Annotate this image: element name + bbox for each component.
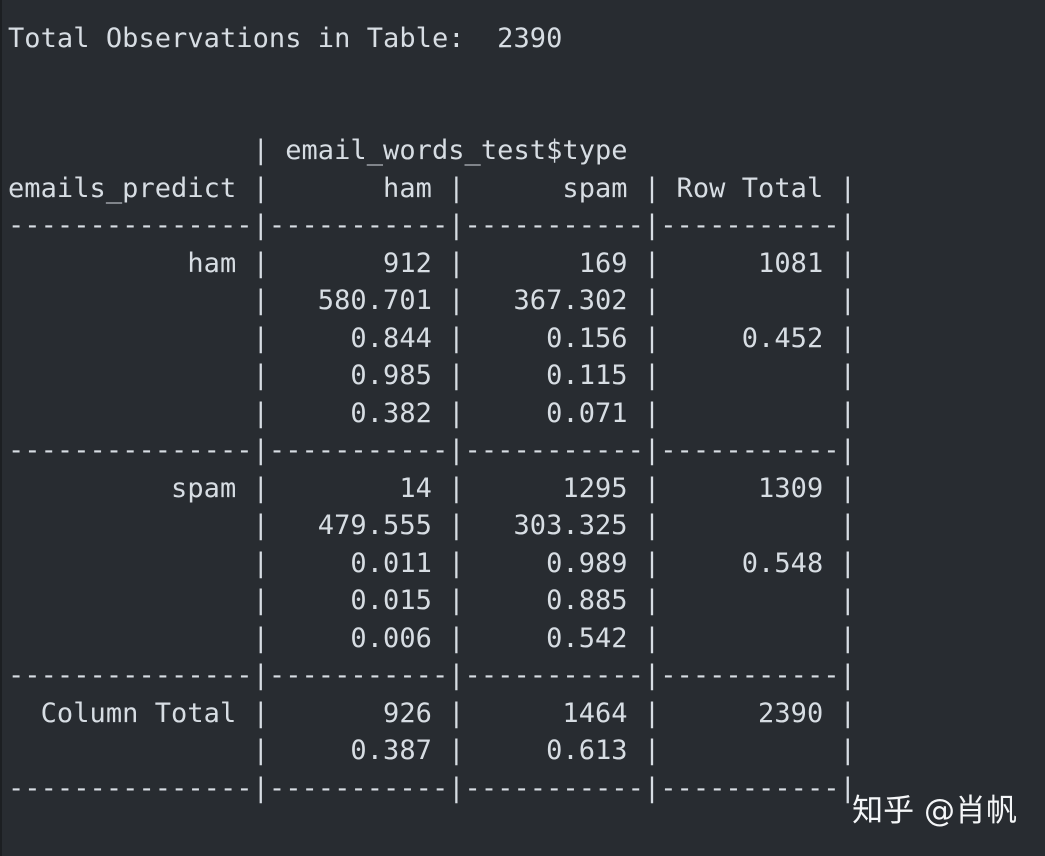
spam-row-prop-total: | 0.006 | 0.542 | | (8, 623, 856, 654)
spam-row-prop-row: | 0.011 | 0.989 | 0.548 | (8, 548, 856, 579)
ham-row-chisq: | 580.701 | 367.302 | | (8, 285, 856, 316)
spam-row-prop-col: | 0.015 | 0.885 | | (8, 585, 856, 616)
ham-row-prop-col: | 0.985 | 0.115 | | (8, 360, 856, 391)
separator-line: ---------------|-----------|-----------|… (8, 773, 856, 804)
separator-line: ---------------|-----------|-----------|… (8, 435, 856, 466)
separator-line: ---------------|-----------|-----------|… (8, 210, 856, 241)
ham-row-prop-total: | 0.382 | 0.071 | | (8, 398, 856, 429)
column-variable-line: | email_words_test$type (8, 135, 628, 166)
ham-row-prop-row: | 0.844 | 0.156 | 0.452 | (8, 323, 856, 354)
observations-line: Total Observations in Table: 2390 (8, 23, 563, 54)
column-total-row: Column Total | 926 | 1464 | 2390 | (8, 698, 856, 729)
spam-row-chisq: | 479.555 | 303.325 | | (8, 510, 856, 541)
zhihu-watermark: 知乎 @肖帆 (852, 793, 1017, 829)
spam-row-count: spam | 14 | 1295 | 1309 | (8, 473, 856, 504)
separator-line: ---------------|-----------|-----------|… (8, 660, 856, 691)
terminal-output: Total Observations in Table: 2390 | emai… (0, 0, 1045, 856)
column-total-prop: | 0.387 | 0.613 | | (8, 735, 856, 766)
ham-row-count: ham | 912 | 169 | 1081 | (8, 248, 856, 279)
table-header-line: emails_predict | ham | spam | Row Total … (8, 173, 856, 204)
